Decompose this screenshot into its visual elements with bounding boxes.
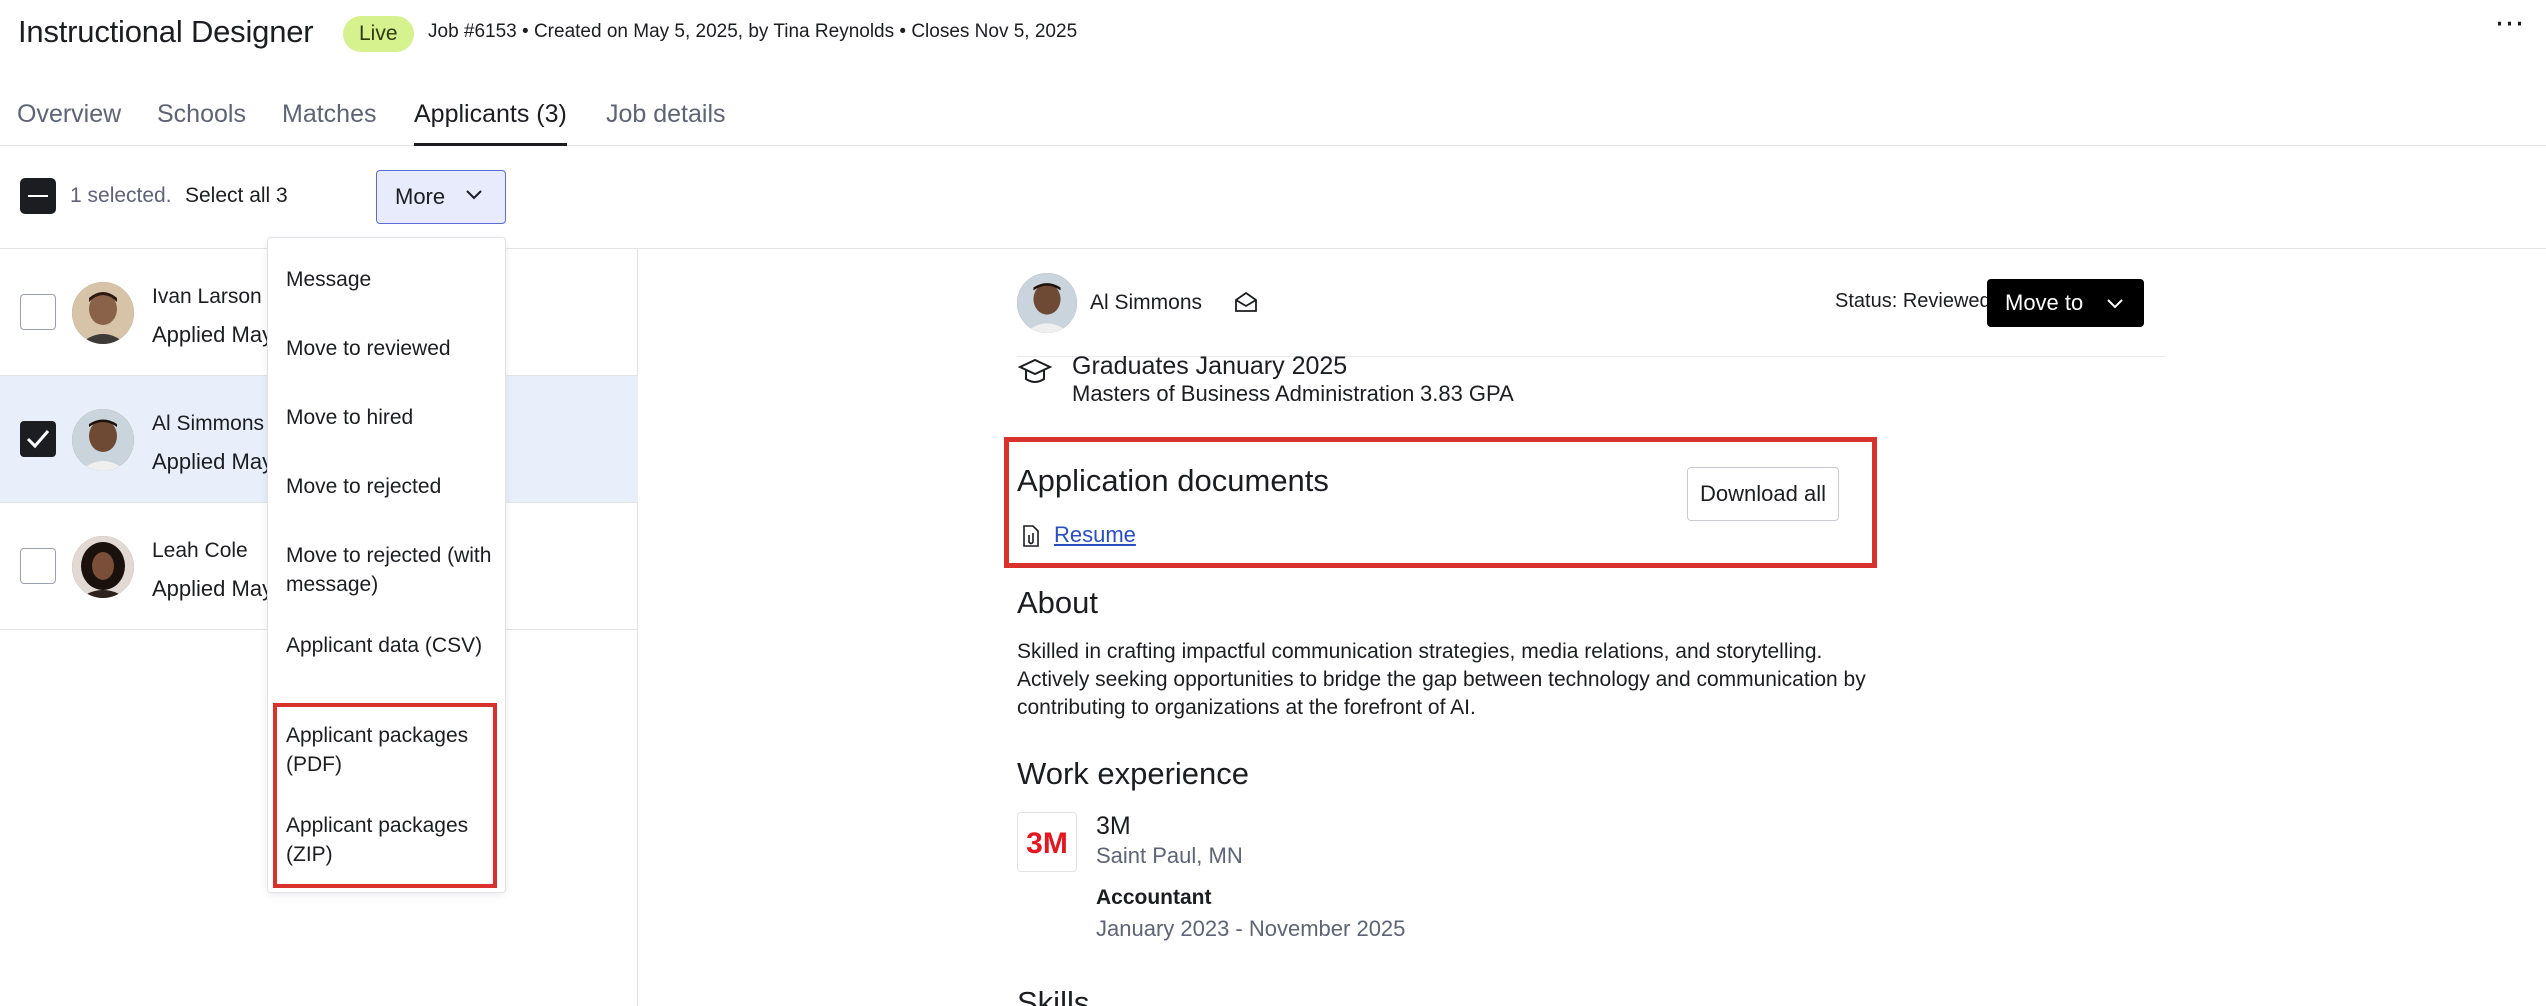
education-title: Graduates January 2025	[1072, 352, 1348, 380]
job-meta: Job #6153 • Created on May 5, 2025, by T…	[428, 21, 1078, 42]
about-title: About	[1017, 585, 1099, 620]
menu-item-move-to-reviewed[interactable]: Move to reviewed	[286, 334, 496, 363]
avatar	[1017, 273, 1077, 333]
bulk-select-checkbox[interactable]	[20, 178, 56, 214]
company-name: 3M	[1096, 812, 1131, 840]
skills-title: Skills	[1017, 985, 1090, 1006]
applied-date: Applied May	[152, 449, 274, 474]
page-title: Instructional Designer	[18, 14, 314, 49]
tab-overview[interactable]: Overview	[17, 100, 121, 143]
selected-count: 1 selected.	[70, 184, 172, 207]
status-badge: Live	[343, 16, 414, 52]
menu-item-move-to-rejected[interactable]: Move to rejected	[286, 472, 496, 501]
education-degree: Masters of Business Administration	[1072, 381, 1415, 406]
tab-job-details[interactable]: Job details	[606, 100, 726, 143]
tab-applicants[interactable]: Applicants (3)	[414, 100, 567, 146]
applicant-name[interactable]: Ivan Larson	[152, 285, 262, 309]
tab-bar: Overview Schools Matches Applicants (3) …	[0, 88, 2546, 146]
about-text: Skilled in crafting impactful communicat…	[1017, 640, 1866, 719]
check-icon	[26, 430, 50, 449]
row-checkbox[interactable]	[20, 294, 56, 330]
applied-date: Applied May	[152, 576, 274, 601]
chevron-down-icon	[2107, 299, 2123, 309]
move-to-button[interactable]: Move to	[1987, 279, 2144, 327]
bulk-toolbar: 1 selected. Select all 3 More	[0, 146, 2546, 249]
work-experience-title: Work experience	[1017, 756, 1250, 791]
menu-item-move-to-hired[interactable]: Move to hired	[286, 403, 496, 432]
graduation-cap-icon	[1017, 358, 1053, 383]
applicant-name[interactable]: Al Simmons	[152, 412, 264, 436]
move-to-label: Move to	[2005, 290, 2084, 315]
3m-logo: 3M	[1026, 827, 1068, 860]
menu-item-applicant-data-csv[interactable]: Applicant data (CSV)	[286, 631, 496, 660]
menu-item-move-to-rejected-with-message[interactable]: Move to rejected (with message)	[286, 541, 496, 599]
company-logo: 3M	[1017, 812, 1077, 872]
tab-schools[interactable]: Schools	[157, 100, 246, 143]
candidate-name: Al Simmons	[1090, 291, 1203, 314]
chevron-down-icon	[466, 190, 482, 200]
avatar	[72, 409, 134, 471]
envelope-open-icon[interactable]	[1233, 289, 1259, 315]
resume-link[interactable]: Resume	[1054, 522, 1136, 548]
job-header: Instructional Designer Live Job #6153 • …	[0, 0, 2546, 70]
more-menu: Message Move to reviewed Move to hired M…	[267, 237, 506, 893]
select-all-link[interactable]: Select all 3	[185, 184, 288, 208]
attachment-icon	[1023, 525, 1039, 547]
status-text: Status: Reviewed	[1835, 290, 1991, 312]
row-checkbox[interactable]	[20, 421, 56, 457]
documents-title: Application documents	[1017, 463, 1329, 498]
applied-date: Applied May	[152, 322, 274, 347]
education-gpa: 3.83 GPA	[1420, 381, 1514, 406]
more-options-icon[interactable]: ⋯	[2494, 9, 2526, 46]
download-all-button[interactable]: Download all	[1687, 467, 1839, 521]
row-checkbox[interactable]	[20, 548, 56, 584]
company-location: Saint Paul, MN	[1096, 843, 1243, 868]
role-title: Accountant	[1096, 886, 1212, 909]
avatar	[72, 536, 134, 598]
svg-text:3M: 3M	[1026, 827, 1068, 860]
candidate-header: Al Simmons Status: Reviewed Move to	[1017, 249, 2165, 357]
applicant-detail: Al Simmons Status: Reviewed Move to Grad…	[639, 249, 2546, 1006]
annotation-highlight	[273, 703, 497, 888]
applicant-name[interactable]: Leah Cole	[152, 539, 248, 563]
avatar	[72, 282, 134, 344]
tab-matches[interactable]: Matches	[282, 100, 376, 143]
more-button[interactable]: More	[376, 170, 506, 224]
role-dates: January 2023 - November 2025	[1096, 916, 1406, 941]
menu-item-message[interactable]: Message	[286, 265, 496, 294]
more-button-label: More	[395, 184, 446, 209]
